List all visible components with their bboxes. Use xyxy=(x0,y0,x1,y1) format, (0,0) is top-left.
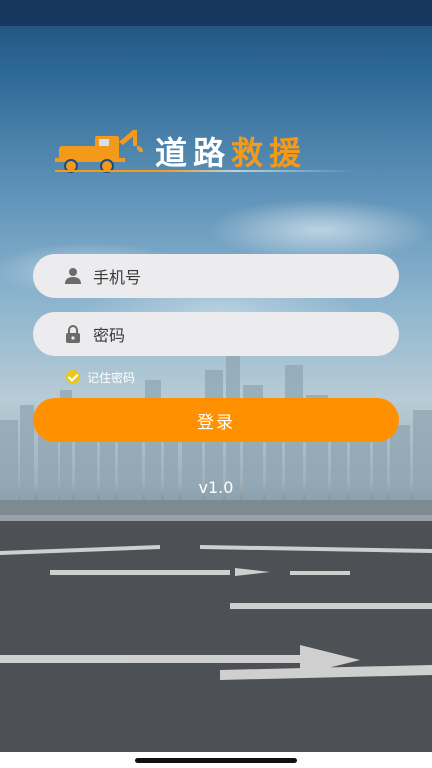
tow-truck-icon xyxy=(55,130,143,173)
remember-password-toggle[interactable]: 记住密码 xyxy=(66,368,135,386)
check-circle-icon[interactable] xyxy=(66,370,80,384)
user-icon xyxy=(65,268,81,284)
logo-underline xyxy=(55,170,355,172)
lock-icon xyxy=(66,325,80,343)
phone-input[interactable] xyxy=(91,254,385,300)
app-title-white: 道路 xyxy=(155,134,232,172)
app-title: 道路救援 xyxy=(155,128,307,174)
clouds xyxy=(0,160,432,330)
version-label: v1.0 xyxy=(198,478,234,497)
status-bar xyxy=(0,0,432,26)
phone-field[interactable] xyxy=(33,254,399,300)
app-logo: 道路救援 xyxy=(55,122,355,182)
login-button[interactable]: 登录 xyxy=(33,398,399,442)
app-title-orange: 救援 xyxy=(231,134,308,172)
home-indicator[interactable] xyxy=(135,758,297,763)
password-input[interactable] xyxy=(91,312,385,358)
road-surface xyxy=(0,515,432,755)
password-field[interactable] xyxy=(33,312,399,358)
remember-password-label: 记住密码 xyxy=(87,370,136,385)
